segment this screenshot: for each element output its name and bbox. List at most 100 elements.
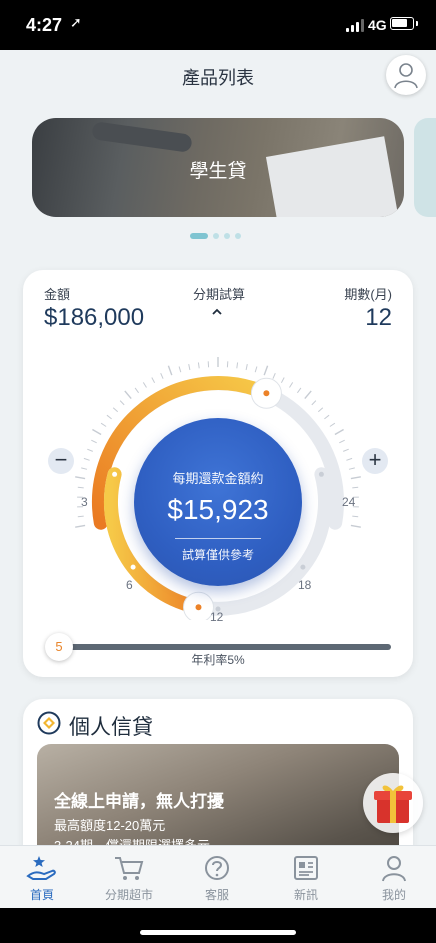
- period-tick-6: 6: [126, 578, 133, 592]
- period-step-dot: [300, 564, 306, 570]
- periods-label: 期數(月): [344, 287, 392, 302]
- amount-scale-tick: [324, 414, 330, 420]
- banner-next[interactable]: [414, 118, 436, 217]
- disclaimer-note: 試算僅供參考: [181, 548, 254, 562]
- increase-amount-button[interactable]: +: [362, 448, 388, 474]
- amount-scale-tick: [339, 439, 345, 444]
- tab-my-account[interactable]: 我的: [354, 850, 434, 906]
- amount-scale-tick: [317, 407, 324, 413]
- amount-scale-tick: [106, 414, 112, 420]
- decrease-amount-button[interactable]: −: [48, 448, 74, 474]
- news-icon: [294, 856, 318, 880]
- network-type: 4G: [368, 17, 387, 33]
- home-hand-star-icon: [26, 856, 56, 880]
- battery-icon: [390, 17, 418, 30]
- gift-icon: [374, 785, 412, 823]
- amount-scale-tick: [188, 364, 191, 371]
- amount-scale-tick: [77, 486, 84, 489]
- app-screen: 產品列表 學生貸 金額 分期試算 期數(月) $186,000 12 − + 3…: [0, 50, 436, 908]
- amount-scale-tick: [124, 390, 132, 400]
- amount-scale-tick: [119, 400, 125, 406]
- period-tick-3: 3: [81, 495, 88, 509]
- amount-scale-tick: [350, 524, 361, 528]
- period-tick-24: 24: [342, 495, 356, 509]
- banner-label: 學生貸: [189, 161, 247, 182]
- tab-customer-service[interactable]: 客服: [177, 850, 257, 906]
- amount-scale-tick: [343, 448, 349, 452]
- amount-scale-tick: [83, 457, 90, 461]
- personal-loan-icon: [37, 711, 61, 735]
- amount-scale-tick: [329, 422, 336, 427]
- amount-scale-tick: [346, 457, 353, 461]
- amount-scale-tick: [75, 476, 86, 480]
- tab-news-label: 新訊: [293, 888, 318, 902]
- amount-scale-tick: [280, 377, 285, 384]
- amount-scale-tick: [151, 377, 156, 384]
- gift-button[interactable]: [363, 773, 423, 833]
- shopping-cart-icon: [115, 857, 144, 880]
- tab-customer-service-label: 客服: [204, 888, 229, 902]
- calculator-title: 分期試算: [193, 287, 246, 302]
- tab-bar: 首頁 分期超市 客服 新訊 我的: [0, 845, 436, 908]
- tab-installment-market-label: 分期超市: [104, 888, 153, 902]
- periods-value: 12: [365, 304, 392, 331]
- amount-scale-tick: [352, 515, 359, 518]
- period-step-dot: [318, 471, 324, 477]
- amount-scale-tick: [296, 387, 302, 394]
- home-indicator: [0, 908, 436, 943]
- installment-calculator: 金額 分期試算 期數(月) $186,000 12 − + 3 6 12 18 …: [23, 270, 413, 677]
- amount-label: 金額: [44, 287, 71, 302]
- monthly-payment-label: 每期還款金額約: [172, 471, 264, 486]
- amount-scale-tick: [91, 439, 97, 444]
- amount-scale-tick: [350, 476, 361, 480]
- help-question-icon: [205, 856, 229, 880]
- amount-scale-tick: [81, 467, 88, 470]
- amount-scale-tick: [178, 366, 182, 373]
- tab-installment-market[interactable]: 分期超市: [89, 850, 169, 906]
- banner-student-loan[interactable]: 學生貸: [32, 118, 404, 217]
- interest-rate-slider[interactable]: [59, 644, 391, 650]
- user-icon: [394, 63, 418, 89]
- status-bar: 4:27 ➚ 4G: [0, 0, 436, 50]
- amount-scale-tick: [272, 373, 276, 379]
- amount-scale-tick: [160, 373, 164, 379]
- page-title: 產品列表: [182, 68, 254, 88]
- period-step-dot: [112, 471, 118, 477]
- amount-scale-tick: [112, 407, 119, 413]
- personal-loan-line1: 最高額度12-20萬元: [54, 818, 166, 833]
- period-tick-18: 18: [298, 578, 312, 592]
- amount-scale-tick: [245, 364, 248, 371]
- amount-scale-tick: [92, 428, 102, 436]
- amount-scale-tick: [197, 362, 200, 369]
- personal-loan-title: 個人信貸: [69, 716, 153, 739]
- amount-scale-tick: [289, 382, 294, 388]
- amount-scale-tick: [167, 365, 173, 376]
- amount-slider-knob[interactable]: [250, 377, 282, 409]
- tab-home[interactable]: 首頁: [2, 850, 82, 906]
- monthly-payment-display: 每期還款金額約 $15,923 試算僅供參考: [134, 418, 302, 586]
- header: 產品列表: [0, 50, 436, 98]
- profile-button[interactable]: [386, 55, 426, 95]
- amount-scale-tick: [254, 366, 258, 373]
- location-arrow-icon: ➚: [70, 14, 82, 30]
- status-time: 4:27: [26, 15, 63, 35]
- period-slider-knob[interactable]: [183, 591, 214, 620]
- amount-scale-tick: [100, 422, 107, 427]
- amount-scale-tick: [236, 362, 239, 369]
- amount-scale-tick: [77, 515, 84, 518]
- tab-my-account-label: 我的: [381, 888, 406, 902]
- amount-scale-tick: [311, 400, 317, 406]
- tab-news[interactable]: 新訊: [266, 850, 346, 906]
- amount-scale-tick: [263, 365, 269, 376]
- loan-dial: − + 3 6 12 18 24 每期還款金額約 $15,923 試算僅供參考: [23, 330, 413, 624]
- amount-scale-tick: [334, 428, 344, 436]
- amount-scale-tick: [75, 524, 86, 528]
- amount-scale-tick: [352, 486, 359, 489]
- amount-scale-tick: [348, 467, 355, 470]
- monthly-payment-value: $15,923: [167, 494, 269, 525]
- chevron-up-icon[interactable]: [211, 306, 223, 318]
- interest-rate-label: 年利率5%: [191, 653, 245, 667]
- user-icon: [382, 856, 406, 882]
- period-step-dot: [130, 564, 136, 570]
- amount-value: $186,000: [44, 304, 145, 331]
